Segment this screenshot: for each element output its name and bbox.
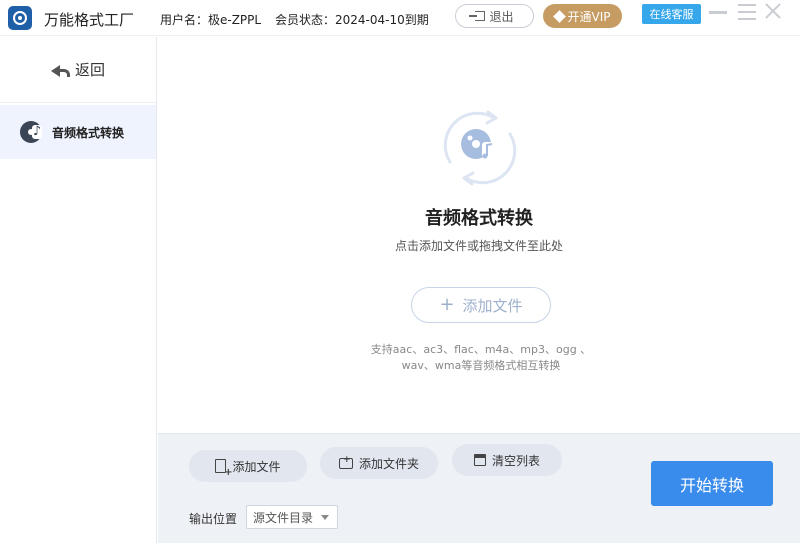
minimize-icon[interactable] [709, 11, 727, 14]
plus-icon: + [439, 294, 455, 315]
online-service-button[interactable]: 在线客服 [642, 4, 701, 24]
add-folder-label: 添加文件夹 [358, 456, 419, 471]
add-file-icon [215, 459, 232, 478]
supported-formats-text: 支持aac、ac3、flac、m4a、mp3、ogg 、 wav、wma等音频格… [358, 342, 604, 374]
supported-formats-line-1: 支持aac、ac3、flac、m4a、mp3、ogg 、 [370, 343, 592, 356]
supported-formats-line-2: wav、wma等音频格式相互转换 [401, 359, 561, 372]
user-name: 用户名：极e-ZPPL [160, 13, 262, 27]
vip-label: 开通VIP [567, 9, 611, 24]
sidebar: 返回 音频格式转换 [0, 37, 157, 543]
drop-title: 音频格式转换 [425, 208, 533, 229]
member-status: 会员状态：2024-04-10到期 [275, 13, 429, 27]
diamond-icon [552, 9, 566, 23]
start-convert-button[interactable]: 开始转换 [651, 461, 773, 506]
back-button[interactable]: 返回 [0, 37, 156, 103]
clear-list-label: 清空列表 [491, 453, 540, 468]
output-location-label: 输出位置 [189, 512, 238, 526]
chevron-down-icon [321, 515, 329, 520]
add-folder-icon [338, 455, 353, 469]
title-bar: 万能格式工厂 用户名：极e-ZPPL 会员状态：2024-04-10到期 退出 … [0, 0, 800, 36]
menu-icon[interactable] [738, 4, 756, 20]
audio-convert-icon [443, 110, 517, 186]
app-title: 万能格式工厂 [44, 11, 135, 29]
open-vip-button[interactable]: 开通VIP [543, 4, 622, 28]
add-folder-button[interactable]: 添加文件夹 [320, 447, 438, 479]
sidebar-item-label: 音频格式转换 [52, 125, 125, 140]
audio-disc-icon [20, 121, 42, 143]
logout-icon [469, 11, 486, 21]
sidebar-item-audio-convert[interactable]: 音频格式转换 [0, 105, 156, 159]
add-file-button-center[interactable]: + 添加文件 [411, 287, 551, 323]
output-location-select[interactable]: 源文件目录 [246, 505, 338, 529]
close-icon[interactable] [764, 2, 782, 20]
logout-label: 退出 [489, 9, 514, 24]
output-location-value: 源文件目录 [253, 510, 314, 525]
drop-hint: 点击添加文件或拖拽文件至此处 [394, 239, 563, 253]
add-file-label: 添加文件 [232, 459, 281, 474]
add-file-button[interactable]: 添加文件 [189, 450, 307, 482]
back-arrow-icon [50, 63, 70, 77]
bottom-toolbar: 添加文件 添加文件夹 清空列表 输出位置 源文件目录 开始转换 [158, 433, 800, 543]
back-label: 返回 [74, 61, 105, 79]
logout-button[interactable]: 退出 [455, 4, 534, 28]
clear-list-button[interactable]: 清空列表 [452, 444, 562, 476]
file-drop-area[interactable]: 音频格式转换 点击添加文件或拖拽文件至此处 + 添加文件 支持aac、ac3、f… [158, 37, 800, 433]
add-file-center-label: 添加文件 [462, 296, 523, 315]
app-logo-icon [8, 6, 32, 30]
clear-icon [473, 454, 486, 466]
